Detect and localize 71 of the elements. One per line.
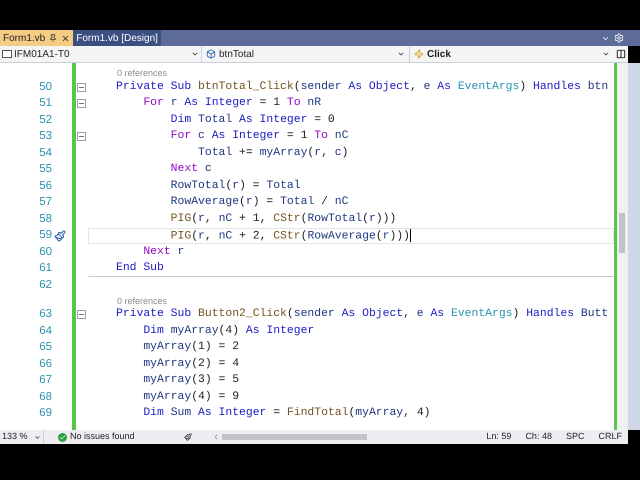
lightning-icon	[414, 49, 424, 59]
check-icon	[58, 432, 67, 442]
code-line: myArray(4) = 9	[142, 392, 240, 403]
code-line: Private Sub Button2_Click(sender As Object, e As EventArgs) Handles Butt	[116, 309, 608, 320]
status-text[interactable]: Ln: 59	[486, 430, 512, 444]
issues-status[interactable]: No issues found	[70, 430, 135, 444]
caret-icon	[191, 50, 199, 58]
close-icon[interactable]	[61, 34, 70, 42]
status-text[interactable]: Ch: 48	[525, 430, 552, 444]
line-number: 65	[38, 342, 52, 354]
editor-tab[interactable]: Form1.vb [Design]	[73, 30, 161, 46]
object-dropdown[interactable]: btnTotal	[202, 46, 410, 62]
collapse-toggle[interactable]	[77, 310, 86, 320]
settings-icon[interactable]	[614, 33, 624, 43]
code-line: Private Sub btnTotal_Click(sender As Object, e As EventArgs) Handles btn	[116, 82, 608, 93]
line-number: 61	[38, 263, 52, 274]
code-line: Dim Sum As Integer = FindTotal(myArray, 4)	[142, 408, 430, 420]
line-number: 53	[38, 131, 52, 142]
editor-tab[interactable]: Form1.vb	[0, 30, 74, 46]
code-line: RowAverage(r) = Total / nC	[170, 197, 348, 208]
code-line: Dim myArray(4) As Integer	[142, 326, 314, 337]
line-number: 62	[38, 280, 52, 291]
line-number: 57	[38, 197, 52, 208]
code-line: Total += myArray(r, c)	[197, 148, 348, 159]
line-number: 67	[38, 375, 52, 386]
paintbrush-icon[interactable]	[54, 230, 66, 242]
line-number: 55	[38, 164, 52, 176]
split-icon[interactable]	[616, 49, 626, 59]
line-number: 54	[38, 148, 52, 159]
code-line: PIG(r, nC + 1, CStr(RowTotal(r)))	[170, 214, 396, 225]
caret-icon	[602, 50, 610, 58]
line-number: 60	[38, 246, 52, 258]
status-text[interactable]: SPC	[566, 430, 584, 444]
line-number: 64	[38, 326, 52, 337]
pin-icon[interactable]	[49, 34, 58, 42]
line-number: 52	[38, 114, 52, 126]
code-line: Dim Total As Integer = 0	[170, 114, 335, 126]
code-line: Next r	[142, 246, 184, 258]
paintbrush-icon[interactable]	[184, 433, 192, 441]
scroll-left-icon[interactable]	[212, 433, 220, 441]
code-line: myArray(3) = 5	[142, 375, 240, 386]
collapse-toggle[interactable]	[77, 99, 86, 108]
line-number: 56	[38, 180, 52, 192]
caret-icon	[34, 434, 41, 440]
line-number: 68	[38, 392, 52, 403]
line-number: 50	[38, 82, 52, 93]
code-line: For r As Integer = 1 To nR	[142, 98, 322, 110]
line-number: 63	[38, 309, 52, 320]
zoom-dropdown[interactable]: 133 %	[0, 430, 44, 444]
code-line: RowTotal(r) = Total	[170, 180, 301, 192]
code-line: myArray(2) = 4	[142, 358, 240, 370]
project-dropdown[interactable]: IFM01A1-T0	[0, 46, 202, 62]
status-text[interactable]: CRLF	[598, 430, 622, 444]
codelens-text[interactable]: 0 references	[117, 296, 168, 306]
line-number: 66	[38, 358, 52, 370]
event-dropdown[interactable]: Click	[410, 46, 614, 62]
cube-icon	[206, 49, 216, 59]
caret-icon	[397, 50, 405, 58]
code-line: Next c	[170, 164, 212, 176]
collapse-toggle[interactable]	[77, 132, 86, 142]
line-number: 51	[38, 98, 52, 110]
code-line: PIG(r, nC + 2, CStr(RowAverage(r)))	[170, 228, 411, 243]
line-number: 69	[38, 408, 52, 420]
code-line: myArray(1) = 2	[142, 342, 240, 354]
collapse-toggle[interactable]	[77, 82, 86, 92]
codelens-text[interactable]: 0 references	[117, 68, 168, 79]
code-line: For c As Integer = 1 To nC	[170, 131, 348, 142]
line-number: 59	[38, 230, 52, 242]
line-number: 58	[38, 214, 52, 225]
vertical-scrollbar[interactable]	[614, 63, 628, 430]
code-line: End Sub	[116, 263, 164, 274]
